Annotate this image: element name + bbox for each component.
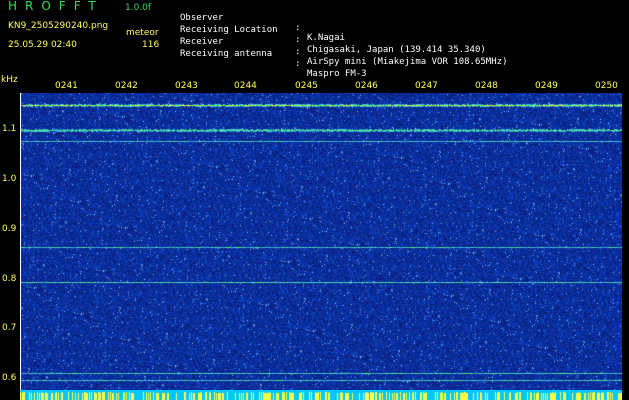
file-name: KN9_2505290240.png [8, 21, 109, 31]
y-tick-label: 1.1 [2, 124, 17, 134]
meteor-count: 116 [142, 40, 160, 50]
app-version: 1.0.0f [125, 3, 152, 13]
x-tick-label: 0246 [355, 81, 378, 91]
x-tick-label: 0245 [295, 81, 318, 91]
info-separator: : [295, 35, 301, 45]
y-tick-label: 0.7 [2, 323, 17, 333]
x-tick-label: 0244 [234, 81, 257, 91]
y-axis-unit: kHz [1, 75, 18, 85]
spectrogram-canvas [20, 93, 622, 393]
info-key: Receiving antenna [180, 49, 273, 59]
y-tick-label: 0.6 [2, 373, 17, 383]
info-antenna: Receiving antenna : Maspro FM-3 [180, 39, 367, 79]
x-tick-label: 0249 [535, 81, 558, 91]
signal-level-bar [20, 390, 622, 400]
info-receiver: Receiver : AirSpy mini (Miakejima VOR 10… [180, 27, 507, 67]
y-tick-label: 0.8 [2, 274, 17, 284]
x-tick-label: 0248 [475, 81, 498, 91]
x-tick-label: 0250 [595, 81, 618, 91]
info-separator: : [295, 47, 301, 57]
x-tick-label: 0242 [115, 81, 138, 91]
info-separator: : [295, 59, 301, 69]
app-logo: HROFFT [8, 0, 104, 13]
spectrogram [20, 93, 622, 393]
x-tick-label: 0243 [175, 81, 198, 91]
info-value: Maspro FM-3 [307, 69, 367, 79]
info-value: Chigasaki, Japan (139.414 35.340) [307, 45, 486, 55]
info-observer: Observer : K.Nagai [180, 3, 345, 43]
meteor-label: meteor [126, 28, 159, 38]
x-tick-label: 0247 [415, 81, 438, 91]
info-value: K.Nagai [307, 33, 345, 43]
hrofft-display: HROFFT 1.0.0f KN9_2505290240.png 25.05.2… [0, 0, 629, 400]
y-tick-label: 0.9 [2, 224, 17, 234]
info-location: Receiving Location : Chigasaki, Japan (1… [180, 15, 486, 55]
capture-datetime: 25.05.29 02:40 [8, 40, 77, 50]
x-tick-label: 0241 [55, 81, 78, 91]
info-separator: : [295, 23, 301, 33]
y-tick-label: 1.0 [2, 174, 17, 184]
info-value: AirSpy mini (Miakejima VOR 108.65MHz) [307, 57, 508, 67]
